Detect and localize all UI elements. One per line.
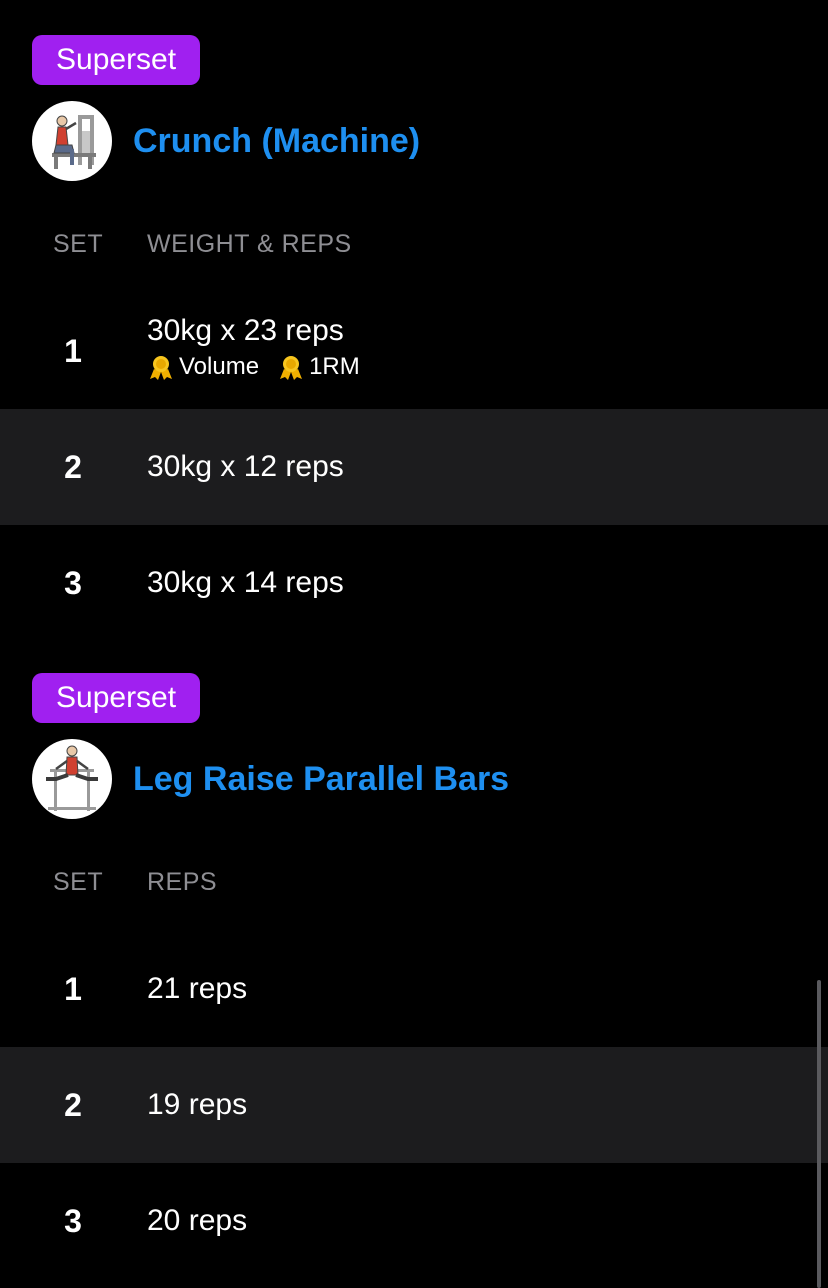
set-weight-reps: 30kg x 14 reps (147, 566, 344, 599)
exercise-title[interactable]: Leg Raise Parallel Bars (133, 760, 509, 799)
set-row: 3 20 reps (0, 1163, 828, 1279)
column-header-set: SET (53, 868, 104, 896)
set-number: 2 (64, 1087, 82, 1123)
set-reps: 20 reps (147, 1204, 248, 1237)
column-header-weight-reps: WEIGHT & REPS (147, 230, 352, 258)
exercise-thumbnail[interactable] (32, 739, 112, 819)
set-row: 1 21 reps (0, 931, 828, 1047)
superset-badge: Superset (32, 673, 201, 723)
scrollbar[interactable] (817, 980, 821, 1288)
exercise-title[interactable]: Crunch (Machine) (133, 122, 420, 161)
record-label: Volume (179, 353, 260, 380)
leg-raise-parallel-bars-illustration-icon (46, 745, 98, 811)
medal-icon (280, 356, 303, 380)
column-header-set: SET (53, 230, 104, 258)
set-row: 2 19 reps (0, 1047, 828, 1163)
set-number: 1 (64, 333, 82, 369)
set-row: 3 30kg x 14 reps (0, 525, 828, 641)
set-number: 1 (64, 971, 82, 1007)
set-row: 2 30kg x 12 reps (0, 409, 828, 525)
crunch-machine-illustration-icon (52, 115, 96, 169)
set-reps: 19 reps (147, 1088, 248, 1121)
record-badge-volume: Volume (147, 353, 259, 381)
medal-icon (150, 356, 172, 380)
set-row: 1 30kg x 23 reps Volume 1RM (0, 293, 828, 409)
superset-badge: Superset (32, 35, 201, 85)
column-header-reps: REPS (147, 868, 218, 896)
exercise-header[interactable]: Leg Raise Parallel Bars (32, 739, 509, 819)
record-badges: Volume 1RM (147, 351, 378, 383)
exercise-header[interactable]: Crunch (Machine) (32, 101, 420, 181)
set-weight-reps: 30kg x 23 reps (147, 314, 344, 347)
set-number: 3 (64, 1203, 82, 1239)
record-badge-1rm: 1RM (277, 353, 360, 381)
set-reps: 21 reps (147, 972, 248, 1005)
set-number: 3 (64, 565, 82, 601)
set-value: 30kg x 23 reps Volume 1RM (147, 311, 378, 383)
set-weight-reps: 30kg x 12 reps (147, 450, 344, 483)
set-number: 2 (64, 449, 82, 485)
record-label: 1RM (309, 353, 360, 380)
exercise-thumbnail[interactable] (32, 101, 112, 181)
